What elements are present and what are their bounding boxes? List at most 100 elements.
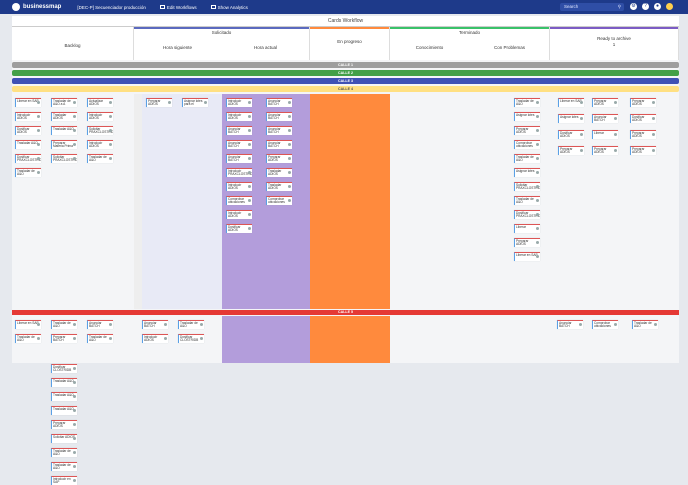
- search-input[interactable]: Search ⚲: [560, 3, 624, 11]
- column-backlog[interactable]: Backlog: [12, 27, 134, 60]
- column-en-progreso[interactable]: En progreso: [310, 27, 390, 60]
- card[interactable]: Trasladar A&O: [15, 140, 41, 149]
- card[interactable]: Anunciar BATCH: [266, 98, 292, 107]
- lane-calle-3[interactable]: CALLE 3: [12, 78, 679, 84]
- card[interactable]: Trasladar de A&O: [15, 168, 41, 177]
- card[interactable]: Asignar lotes: [514, 168, 540, 177]
- card[interactable]: Preparar ADIOS: [51, 420, 77, 429]
- card[interactable]: Liberar: [514, 224, 540, 233]
- card[interactable]: Liberar en SAP: [15, 98, 41, 107]
- show-analytics-button[interactable]: Show Analytics: [210, 5, 248, 10]
- card[interactable]: Trasladar de A&O: [15, 334, 41, 343]
- card[interactable]: Introducir ADIOS: [87, 112, 113, 121]
- card[interactable]: Dosificar ADIOS: [630, 114, 656, 123]
- card[interactable]: Introducir ADIOS: [226, 182, 252, 191]
- card[interactable]: Trasladar A&O: [51, 378, 77, 387]
- card[interactable]: Trasladar A&O: [51, 126, 77, 135]
- card[interactable]: Anunciar BATCH: [226, 154, 252, 163]
- card[interactable]: Liberar: [592, 130, 618, 139]
- lane-calle-4[interactable]: CALLE 4: [12, 86, 679, 92]
- card[interactable]: Liberar en SAP: [514, 252, 540, 261]
- edit-workflows-button[interactable]: Edit Workflows: [159, 5, 197, 10]
- card[interactable]: Preparar Materia Prima: [51, 140, 77, 149]
- card[interactable]: Trasladar de A&O: [514, 154, 540, 163]
- card[interactable]: Dosificar PRAXCLOSTRIDB: [514, 210, 540, 219]
- card[interactable]: Anunciar BATCH: [266, 140, 292, 149]
- card[interactable]: Solicitar PRAXCLOSTRIDB: [87, 126, 113, 135]
- card[interactable]: Preparar ADIOS: [266, 154, 292, 163]
- card[interactable]: Preparar ADIOS: [558, 146, 584, 155]
- card[interactable]: Trasladar ADIOS: [266, 182, 292, 191]
- card[interactable]: Preparar ADIOS: [514, 126, 540, 135]
- card[interactable]: Trasladar de A&O: [178, 320, 204, 329]
- column-ready[interactable]: Ready to archive 1: [550, 27, 679, 60]
- card[interactable]: Preparar ADIOS: [630, 130, 656, 139]
- card[interactable]: Anunciar BATCH: [87, 320, 113, 329]
- notifications-icon[interactable]: ●: [654, 3, 661, 10]
- card[interactable]: Anunciar BATCH: [226, 140, 252, 149]
- card[interactable]: Trasladar de A&O a A: [51, 98, 77, 107]
- card[interactable]: Solicitar PRAXCLOSTRIDB: [514, 182, 540, 191]
- card[interactable]: Introducir ADIOS: [142, 334, 168, 343]
- lane-calle-1[interactable]: CALLE 1: [12, 62, 679, 68]
- card[interactable]: Preparar ADIOS: [630, 146, 656, 155]
- card[interactable]: Anunciar BATCH: [266, 126, 292, 135]
- card[interactable]: Preparar ADIOS: [592, 146, 618, 155]
- card[interactable]: Comprobar ubicaciones: [266, 196, 292, 205]
- card[interactable]: Anunciar BATCH: [557, 320, 583, 329]
- card[interactable]: Dosificar ADIOS: [226, 224, 252, 233]
- card[interactable]: Liberar en SAP: [15, 320, 41, 329]
- card[interactable]: Introducir en SAP: [51, 476, 77, 485]
- app-logo[interactable]: businessmap: [12, 3, 61, 11]
- lane-calle-5[interactable]: CALLE 5: [12, 310, 679, 315]
- card[interactable]: Trasladar de A&O: [51, 462, 77, 471]
- card[interactable]: Dosificar ADIOS: [558, 130, 584, 139]
- card[interactable]: Trasladar de A&O: [514, 196, 540, 205]
- card[interactable]: Trasladar ADIOS: [266, 168, 292, 177]
- card[interactable]: Preparar BATCH: [51, 334, 77, 343]
- card[interactable]: Anunciar BATCH: [142, 320, 168, 329]
- card[interactable]: Liberar en SAP: [558, 98, 584, 107]
- card[interactable]: Introducir ADIOS: [226, 210, 252, 219]
- board-selector[interactable]: [DEC-P] Secuenciador producción: [77, 5, 146, 10]
- card[interactable]: Trasladar de A&O: [87, 154, 113, 163]
- column-solicitado[interactable]: Solicitado Hora siguiente Hora actual: [134, 27, 310, 60]
- column-terminado[interactable]: Terminado Conocimiento Con Problemas: [390, 27, 550, 60]
- card[interactable]: Anunciar BATCH: [592, 114, 618, 123]
- avatar[interactable]: [666, 3, 673, 10]
- card[interactable]: Dosificar ADIOS: [15, 126, 41, 135]
- card[interactable]: Asignar lotes: [514, 112, 540, 121]
- card[interactable]: Introducir ADIOS: [87, 140, 113, 149]
- card[interactable]: Dosificar PRAXCLOSTRIDB: [15, 154, 41, 163]
- card[interactable]: Anunciar BATCH: [266, 112, 292, 121]
- card[interactable]: Solicitar ADIOS: [51, 434, 77, 443]
- card[interactable]: Trasladar A&O: [51, 392, 77, 401]
- card[interactable]: Trasladar de A&O: [632, 320, 658, 329]
- card[interactable]: Introducir ADIOS: [15, 112, 41, 121]
- card[interactable]: Trasladar de A&O: [87, 334, 113, 343]
- card[interactable]: Asignar lotes para el: [182, 98, 208, 107]
- help-icon[interactable]: ?: [642, 3, 649, 10]
- card[interactable]: Trasladar de A&O: [51, 320, 77, 329]
- card[interactable]: Anunciar BATCH: [226, 126, 252, 135]
- card[interactable]: Introducir ADIOS: [226, 112, 252, 121]
- card[interactable]: Preparar ADIOS: [630, 98, 656, 107]
- lane-calle-2[interactable]: CALLE 2: [12, 70, 679, 76]
- card[interactable]: Trasladar A&O: [51, 406, 77, 415]
- card[interactable]: Trasladar de A&O: [51, 448, 77, 457]
- card[interactable]: Comprobar ubicaciones: [514, 140, 540, 149]
- settings-icon[interactable]: ⚙: [630, 3, 637, 10]
- card[interactable]: Solicitar PRAXCLOSTRIDB: [51, 154, 77, 163]
- card[interactable]: Dosificar CLOSTRIDB: [51, 364, 77, 373]
- card[interactable]: Comprobar ubicaciones: [592, 320, 618, 329]
- card[interactable]: Introducir PRAXCLOSTRIDB: [226, 168, 252, 177]
- card[interactable]: Asignar lotes: [558, 114, 584, 123]
- card[interactable]: Preparar ADIOS: [592, 98, 618, 107]
- card[interactable]: Preparar ADIOS: [146, 98, 172, 107]
- card[interactable]: Actualizar ADIOS: [87, 98, 113, 107]
- card[interactable]: Comprobar ubicaciones: [226, 196, 252, 205]
- card[interactable]: Trasladar ADIOS: [51, 112, 77, 121]
- card[interactable]: Preparar ADIOS: [514, 238, 540, 247]
- card[interactable]: Dosificar CLOSTRIDB: [178, 334, 204, 343]
- card[interactable]: Introducir ADIOS: [226, 98, 252, 107]
